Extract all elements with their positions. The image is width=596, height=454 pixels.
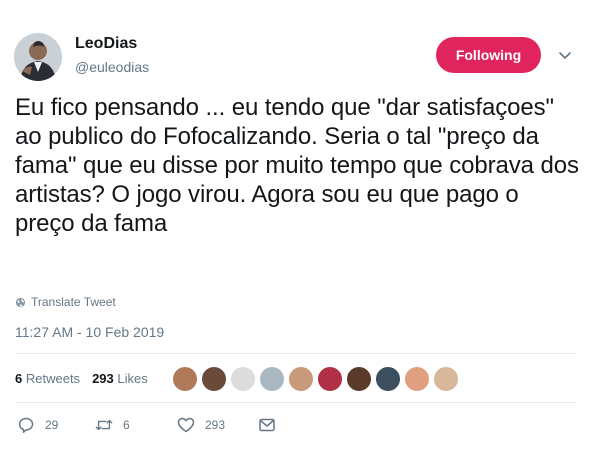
- avatar-image: [14, 33, 62, 81]
- liker-avatar[interactable]: [230, 366, 256, 392]
- likes-stat[interactable]: 293 Likes: [92, 371, 148, 386]
- reply-button[interactable]: 29: [17, 416, 58, 434]
- translate-label: Translate Tweet: [31, 295, 116, 309]
- avatar[interactable]: [14, 33, 62, 81]
- liker-avatar[interactable]: [201, 366, 227, 392]
- liker-avatar[interactable]: [433, 366, 459, 392]
- tweet-stats: 6 Retweets 293 Likes: [15, 371, 148, 386]
- retweet-icon: [95, 419, 113, 431]
- liker-avatar[interactable]: [317, 366, 343, 392]
- direct-message-button[interactable]: [258, 416, 276, 434]
- user-handle[interactable]: @euleodias: [75, 59, 149, 75]
- display-name[interactable]: LeoDias: [75, 35, 137, 53]
- retweets-label: Retweets: [25, 371, 81, 386]
- chevron-down-icon[interactable]: [557, 47, 573, 63]
- reply-icon: [18, 417, 34, 433]
- liker-avatars: [172, 366, 462, 392]
- liker-avatar[interactable]: [346, 366, 372, 392]
- globe-icon: [15, 297, 26, 307]
- following-button[interactable]: Following: [436, 37, 541, 73]
- tweet-timestamp[interactable]: 11:27 AM - 10 Feb 2019: [15, 324, 164, 340]
- retweet-count: 6: [123, 418, 130, 432]
- tweet-actions: 29 6 293: [0, 416, 596, 436]
- envelope-icon: [259, 418, 275, 432]
- liker-avatar[interactable]: [375, 366, 401, 392]
- liker-avatar[interactable]: [288, 366, 314, 392]
- liker-avatar[interactable]: [172, 366, 198, 392]
- divider: [15, 353, 576, 354]
- retweets-count: 6: [15, 371, 23, 386]
- likes-count: 293: [92, 371, 114, 386]
- like-button[interactable]: 293: [177, 416, 225, 434]
- liker-avatar[interactable]: [259, 366, 285, 392]
- liker-avatar[interactable]: [404, 366, 430, 392]
- divider: [15, 402, 576, 403]
- retweets-stat[interactable]: 6 Retweets: [15, 371, 80, 386]
- retweet-button[interactable]: 6: [95, 416, 130, 434]
- translate-tweet-link[interactable]: Translate Tweet: [15, 295, 116, 309]
- heart-icon: [177, 417, 195, 433]
- like-count: 293: [205, 418, 226, 432]
- reply-count: 29: [45, 418, 59, 432]
- tweet-text: Eu fico pensando ... eu tendo que "dar s…: [15, 94, 579, 237]
- likes-label: Likes: [117, 371, 148, 386]
